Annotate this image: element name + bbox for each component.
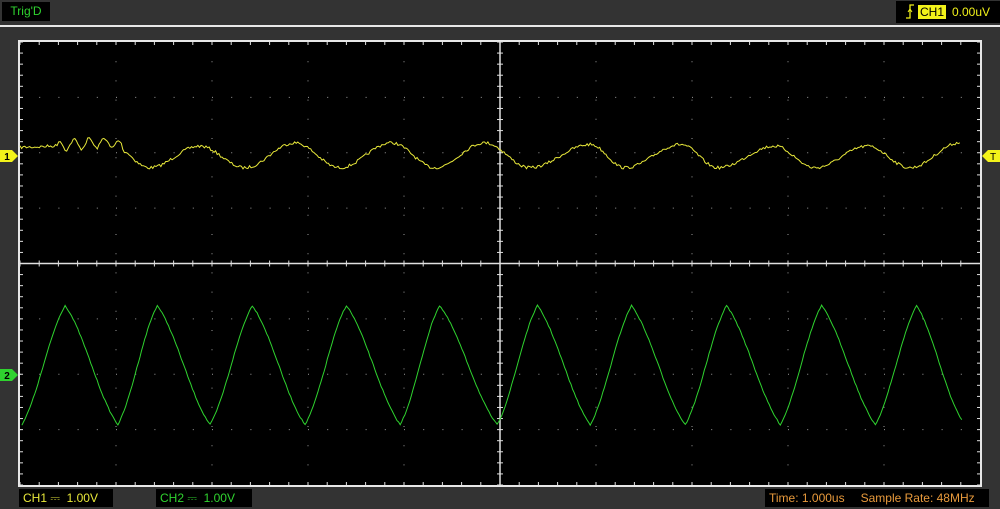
dc-coupling-icon: ⎓ [50,491,60,505]
timebase-status: Time: 1.000us Sample Rate: 48MHz [765,489,989,507]
scope-display[interactable]: 1 2 T [0,0,1000,509]
sample-rate: Sample Rate: 48MHz [860,491,975,505]
ch1-label: CH1 [23,491,48,505]
svg-text:T: T [990,152,996,163]
ch1-scale-status[interactable]: CH1 ⎓ 1.00V [19,489,113,507]
ch2-marker[interactable]: 2 [0,369,18,382]
ch1-marker[interactable]: 1 [0,150,18,163]
timebase: Time: 1.000us [769,491,845,505]
ch2-scale-status[interactable]: CH2 ⎓ 1.00V [156,489,252,507]
ch1-scale: 1.00V [66,491,98,505]
svg-text:2: 2 [4,371,10,382]
dc-coupling-icon: ⎓ [187,491,197,505]
trigger-level-marker[interactable]: T [982,150,1000,163]
svg-text:1: 1 [4,152,10,163]
ch2-scale: 1.00V [203,491,235,505]
ch2-label: CH2 [160,491,185,505]
